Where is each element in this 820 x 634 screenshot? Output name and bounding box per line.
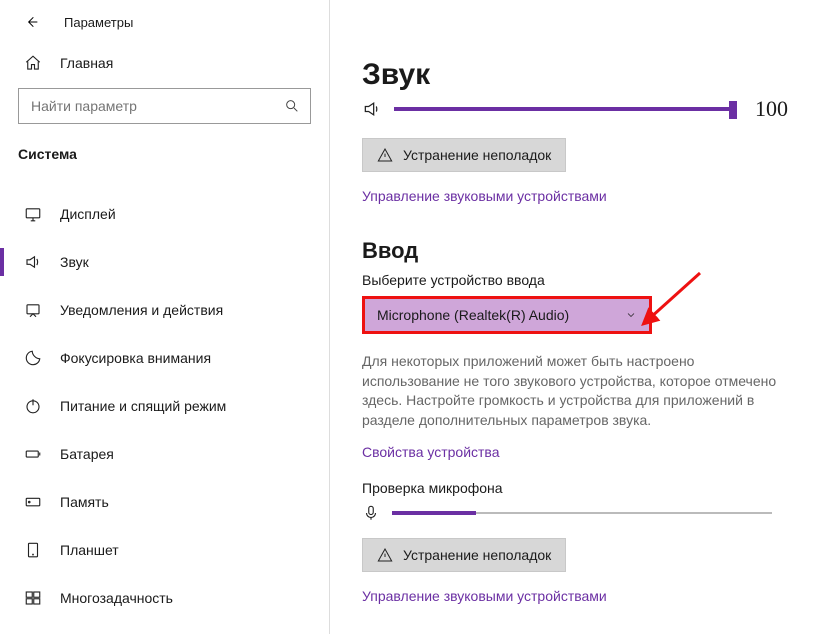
- select-value: Microphone (Realtek(R) Audio): [377, 307, 569, 323]
- sidebar-section-title: Система: [0, 142, 329, 170]
- sidebar-item-label: Звук: [60, 254, 89, 270]
- sidebar-item-label: Память: [60, 494, 109, 510]
- storage-icon: [24, 493, 42, 511]
- microphone-icon: [362, 504, 380, 522]
- warning-icon: [377, 547, 393, 563]
- page-title: Звук: [362, 58, 788, 92]
- troubleshoot-input-button[interactable]: Устранение неполадок: [362, 538, 566, 572]
- button-label: Устранение неполадок: [403, 147, 551, 163]
- chevron-down-icon: [625, 309, 637, 321]
- titlebar: Параметры: [0, 10, 329, 40]
- volume-thumb[interactable]: [729, 101, 737, 119]
- sidebar: Параметры Главная Система Дисплей Звук У…: [0, 0, 330, 634]
- power-icon: [24, 397, 42, 415]
- battery-icon: [24, 445, 42, 463]
- input-select-label: Выберите устройство ввода: [362, 272, 788, 288]
- manage-devices-link-2[interactable]: Управление звуковыми устройствами: [362, 588, 788, 604]
- focus-icon: [24, 349, 42, 367]
- notification-icon: [24, 301, 42, 319]
- mic-level-bar: [392, 512, 772, 514]
- display-icon: [24, 205, 42, 223]
- window-title: Параметры: [64, 15, 133, 30]
- sidebar-item-storage[interactable]: Память: [0, 478, 329, 526]
- sidebar-item-display[interactable]: Дисплей: [0, 190, 329, 238]
- sidebar-item-power[interactable]: Питание и спящий режим: [0, 382, 329, 430]
- annotation-arrow: [640, 268, 710, 328]
- manage-devices-link[interactable]: Управление звуковыми устройствами: [362, 188, 788, 204]
- warning-icon: [377, 147, 393, 163]
- sidebar-item-label: Батарея: [60, 446, 114, 462]
- sidebar-home[interactable]: Главная: [0, 40, 329, 84]
- search-input[interactable]: [29, 97, 284, 115]
- input-description: Для некоторых приложений может быть наст…: [362, 352, 788, 430]
- search-icon: [284, 98, 300, 114]
- device-properties-link[interactable]: Свойства устройства: [362, 444, 788, 460]
- sidebar-item-notifications[interactable]: Уведомления и действия: [0, 286, 329, 334]
- sidebar-home-label: Главная: [60, 55, 113, 71]
- input-device-select[interactable]: Microphone (Realtek(R) Audio): [362, 296, 652, 334]
- sound-icon: [24, 253, 42, 271]
- back-arrow-icon[interactable]: [24, 14, 40, 30]
- mic-test-label: Проверка микрофона: [362, 480, 788, 496]
- sidebar-item-battery[interactable]: Батарея: [0, 430, 329, 478]
- troubleshoot-output-button[interactable]: Устранение неполадок: [362, 138, 566, 172]
- main-content: Звук 100 Устранение неполадок Управление…: [330, 0, 820, 634]
- button-label: Устранение неполадок: [403, 547, 551, 563]
- sidebar-item-label: Дисплей: [60, 206, 116, 222]
- tablet-icon: [24, 541, 42, 559]
- sidebar-item-tablet[interactable]: Планшет: [0, 526, 329, 574]
- sidebar-item-sound[interactable]: Звук: [0, 238, 329, 286]
- sidebar-item-label: Питание и спящий режим: [60, 398, 226, 414]
- sidebar-item-focus[interactable]: Фокусировка внимания: [0, 334, 329, 382]
- volume-slider[interactable]: [394, 107, 733, 111]
- sidebar-item-label: Многозадачность: [60, 590, 173, 606]
- input-heading: Ввод: [362, 238, 788, 264]
- volume-value: 100: [755, 96, 788, 122]
- multitask-icon: [24, 589, 42, 607]
- sidebar-nav: Дисплей Звук Уведомления и действия Фоку…: [0, 190, 329, 622]
- sidebar-item-label: Уведомления и действия: [60, 302, 223, 318]
- sidebar-item-label: Планшет: [60, 542, 119, 558]
- mic-level-fill: [392, 511, 476, 515]
- sidebar-item-label: Фокусировка внимания: [60, 350, 211, 366]
- home-icon: [24, 54, 42, 72]
- volume-row: 100: [362, 96, 788, 122]
- speaker-icon: [362, 99, 382, 119]
- sidebar-item-multitask[interactable]: Многозадачность: [0, 574, 329, 622]
- search-box[interactable]: [18, 88, 311, 124]
- mic-test-row: [362, 504, 788, 522]
